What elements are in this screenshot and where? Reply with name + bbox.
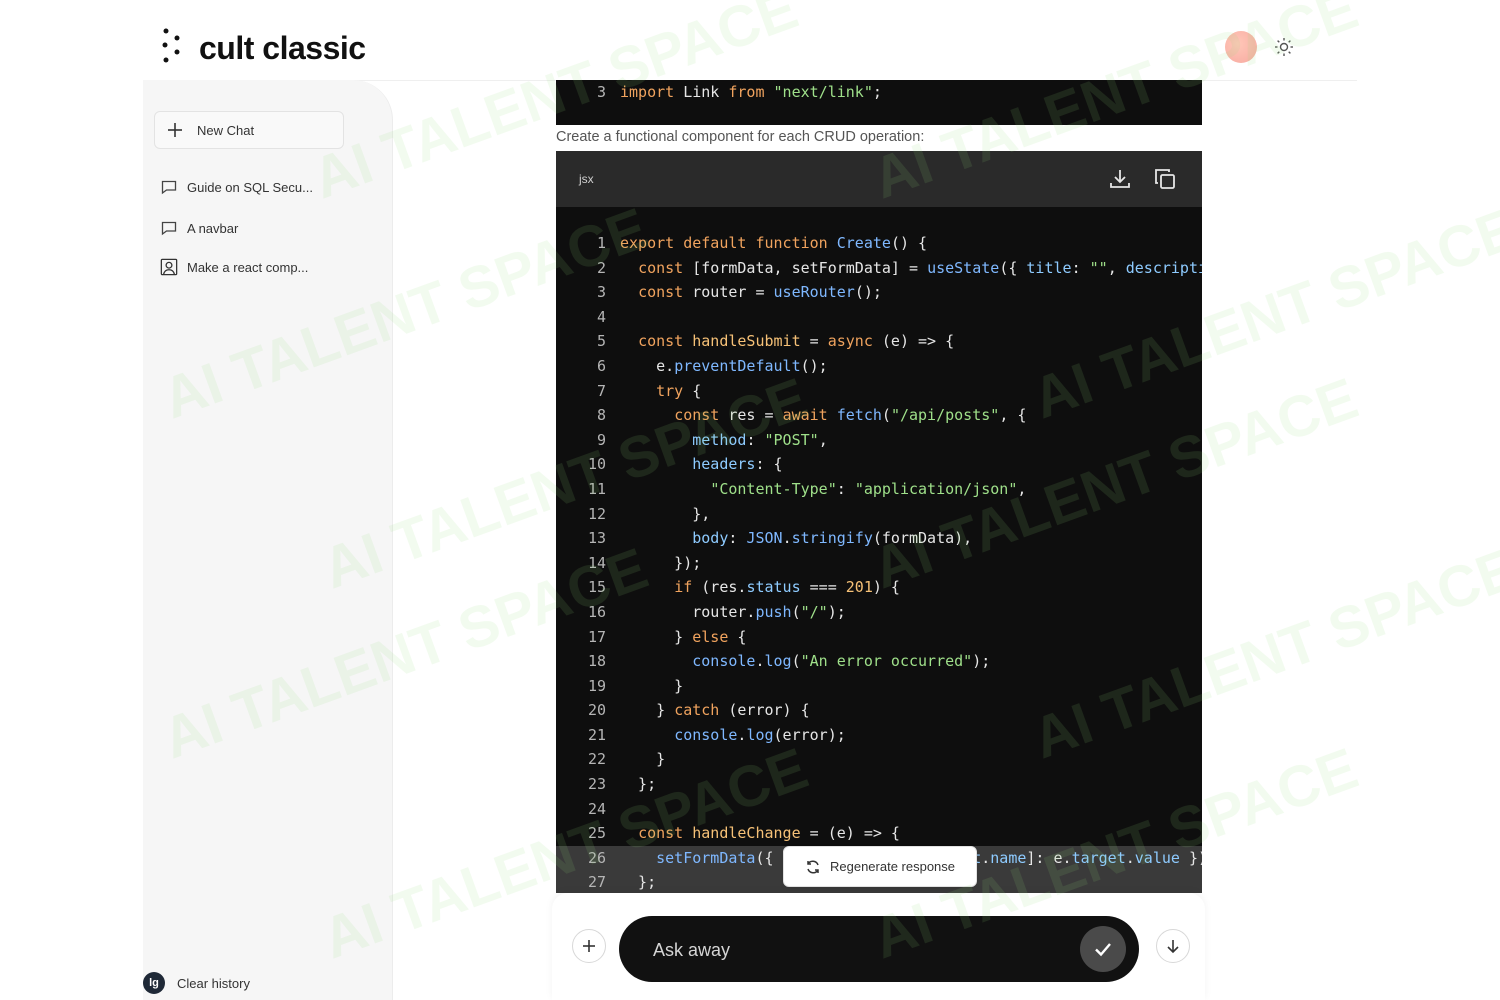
app-title: cult classic [199,30,366,66]
code-language-label: jsx [579,172,594,186]
plus-icon [168,123,182,137]
code-line: 2 const [formData, setFormData] = useSta… [596,258,1202,277]
sidebar-chat-label: A navbar [187,220,239,236]
theme-toggle-sun-icon[interactable] [1273,36,1295,58]
code-line: 4 [596,307,606,326]
code-block: jsx 1 export default function Create() { … [556,151,1202,893]
code-line: 5 const handleSubmit = async (e) => { [596,332,955,351]
copy-icon[interactable] [1153,167,1177,191]
app-header: cult classic [143,0,1357,81]
clear-history-button[interactable]: lg Clear history [143,972,250,994]
user-portrait-icon [160,258,178,276]
code-line: 21 console.log(error); [587,725,846,744]
code-line: 20 } catch (error) { [587,701,810,720]
code-line: 23 }; [587,775,657,794]
code-line: 16 router.push("/"); [587,602,846,621]
code-line: 3 const router = useRouter(); [596,283,882,302]
arrow-down-icon [1167,940,1179,954]
attach-button[interactable] [572,929,606,963]
clear-history-label: Clear history [177,975,250,991]
code-body: 1 export default function Create() { 2 co… [556,231,1202,893]
code-line: 25 const handleChange = (e) => { [587,824,900,843]
code-line: 24 [587,799,606,818]
chat-input-area [552,893,1205,1000]
code-line: 1 export default function Create() { [596,234,928,252]
code-line: 9 method: "POST", [596,430,828,449]
code-line: 10 headers: { [587,455,783,474]
code-line: 7 try { [596,381,702,400]
sidebar-chat-label: Make a react comp... [187,259,309,275]
line-number: 3 [596,83,606,101]
code-text: import Link from "next/link"; [620,83,882,101]
code-line: 3 import Link from "next/link"; [556,80,1202,105]
regenerate-label: Regenerate response [829,859,956,874]
logo-dots-icon [162,28,180,63]
prompt-bar [619,916,1139,982]
chat-bubble-icon [161,180,177,195]
user-initials-badge: lg [143,972,165,994]
code-line: 11 "Content-Type": "application/json", [587,479,1027,498]
plus-icon [583,940,595,952]
refresh-icon [807,859,819,874]
scroll-down-button[interactable] [1156,929,1190,963]
prompt-input[interactable] [651,934,1075,966]
sidebar-chat-sql-security[interactable]: Guide on SQL Secu... [160,178,313,196]
user-avatar[interactable] [1225,31,1257,63]
code-line: 19 } [587,676,684,695]
code-line: 14 }); [587,553,702,572]
code-line: 22 } [587,750,666,769]
sidebar-chat-react-component[interactable]: Make a react comp... [160,258,308,276]
previous-code-block: 3 import Link from "next/link"; [556,80,1202,125]
new-chat-button[interactable]: New Chat [154,111,344,149]
checkmark-icon [1095,943,1111,957]
code-line: 17 } else { [587,627,747,646]
code-block-header: jsx [556,151,1202,207]
code-line: 15 if (res.status === 201) { [587,578,900,597]
code-line: 6 e.preventDefault(); [596,356,828,375]
regenerate-response-button[interactable]: Regenerate response [783,846,977,887]
download-icon[interactable] [1108,167,1132,191]
sidebar-chat-navbar[interactable]: A navbar [160,219,238,237]
send-button[interactable] [1080,926,1126,972]
new-chat-label: New Chat [197,122,255,138]
sidebar: New Chat Guide on SQL Secu... A navbar M… [143,80,393,1000]
assistant-instruction-text: Create a functional component for each C… [556,129,925,145]
code-line: 12 }, [587,504,711,523]
code-line: 18 console.log("An error occurred"); [587,652,991,671]
sidebar-chat-label: Guide on SQL Secu... [187,179,313,195]
code-line: 8 const res = await fetch("/api/posts", … [596,406,1027,425]
chat-bubble-icon [161,221,177,236]
code-line: 13 body: JSON.stringify(formData), [587,529,973,548]
